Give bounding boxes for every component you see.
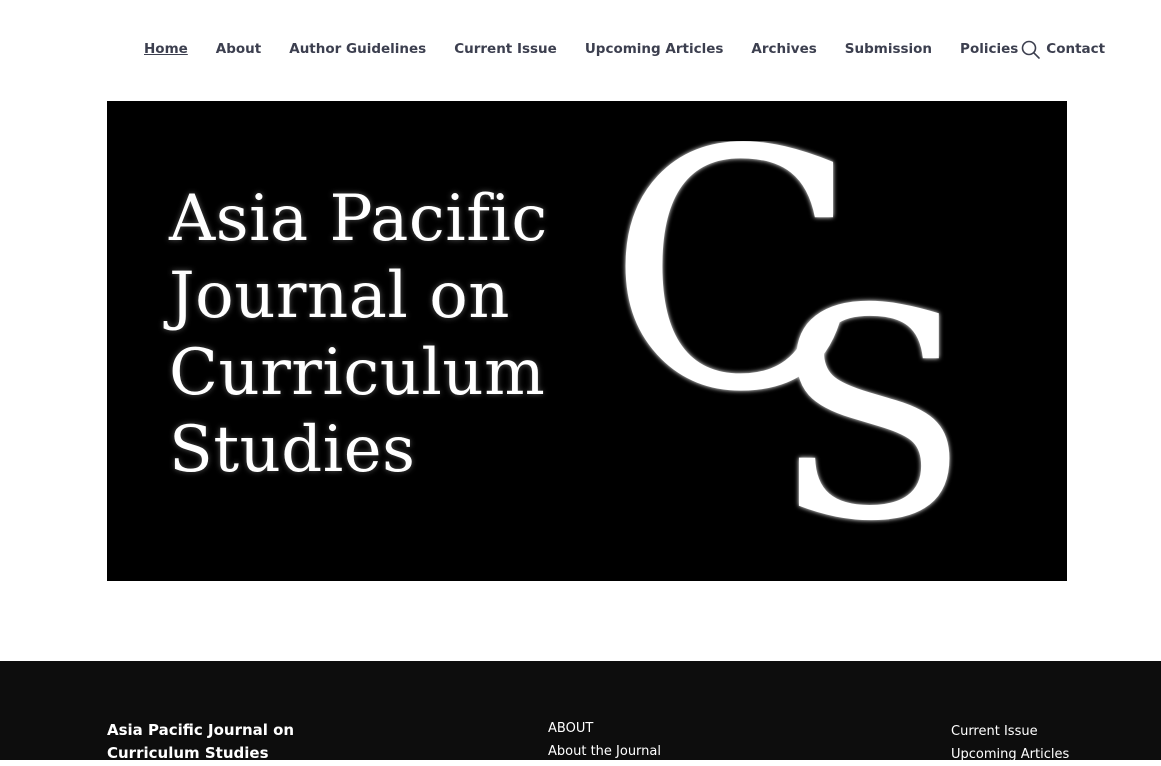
- nav-submission[interactable]: Submission: [831, 38, 946, 60]
- svg-text:S: S: [772, 248, 971, 541]
- footer-issues-column: Current Issue Upcoming Articles: [951, 720, 1069, 766]
- nav-current-issue[interactable]: Current Issue: [440, 38, 571, 60]
- footer-brand: Asia Pacific Journal on Curriculum Studi…: [107, 721, 295, 762]
- footer-link-upcoming-articles[interactable]: Upcoming Articles: [951, 743, 1069, 766]
- banner-title-line: Studies: [169, 413, 416, 487]
- banner-title-line: Asia Pacific: [169, 182, 548, 256]
- footer-about-heading[interactable]: ABOUT: [548, 717, 661, 740]
- nav-about[interactable]: About: [202, 38, 275, 60]
- banner-title-line: Curriculum: [169, 336, 546, 410]
- search-icon[interactable]: [1020, 39, 1042, 61]
- footer-about-column: ABOUT About the Journal: [548, 717, 661, 763]
- main-menu: Home About Author Guidelines Current Iss…: [130, 38, 1119, 60]
- banner-title-line: Journal on: [169, 259, 510, 333]
- site-footer: Asia Pacific Journal on Curriculum Studi…: [0, 661, 1161, 763]
- cs-logo: C S: [607, 141, 971, 541]
- footer-link-current-issue[interactable]: Current Issue: [951, 720, 1069, 743]
- nav-upcoming-articles[interactable]: Upcoming Articles: [571, 38, 738, 60]
- nav-contact[interactable]: Contact: [1032, 38, 1119, 60]
- nav-author-guidelines[interactable]: Author Guidelines: [275, 38, 440, 60]
- top-navigation: Home About Author Guidelines Current Iss…: [0, 0, 1161, 100]
- nav-archives[interactable]: Archives: [737, 38, 830, 60]
- nav-home[interactable]: Home: [130, 38, 202, 60]
- journal-banner: Asia Pacific Journal on Curriculum Studi…: [107, 101, 1067, 581]
- banner-title: Asia Pacific Journal on Curriculum Studi…: [169, 181, 548, 489]
